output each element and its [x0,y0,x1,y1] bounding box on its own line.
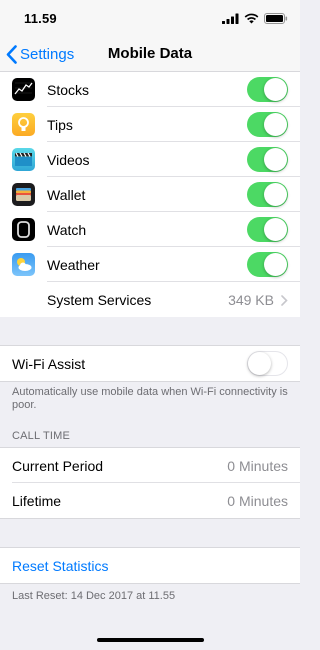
app-label: Weather [47,256,100,273]
page-title: Mobile Data [107,45,193,62]
wifi-assist-toggle[interactable] [247,351,288,376]
signal-icon [222,13,239,24]
app-label: Wallet [47,186,86,203]
status-icons [222,12,288,24]
call-time-header: CALL TIME [12,430,71,442]
last-reset-text: Last Reset: 14 Dec 2017 at 11.55 [12,590,176,602]
app-label: Stocks [47,81,90,98]
app-label: Tips [47,116,73,133]
status-bar: 11.59 [0,0,300,36]
app-label: Watch [47,221,87,238]
wifi-assist-label: Wi-Fi Assist [12,355,86,372]
list-item-weather: Weather [0,247,300,282]
watch-icon [12,218,35,241]
list-item-videos: Videos [0,142,300,177]
list-item-watch: Watch [0,212,300,247]
videos-toggle[interactable] [247,147,288,172]
wallet-icon [12,183,35,206]
lifetime-value: 0 Minutes [227,492,288,509]
weather-toggle[interactable] [247,252,288,277]
stocks-icon [12,78,35,101]
current-period-value: 0 Minutes [227,457,288,474]
system-services-value: 349 KB [228,291,274,308]
wallet-toggle[interactable] [247,182,288,207]
call-time-group: Current Period 0 Minutes Lifetime 0 Minu… [0,447,300,519]
watch-toggle[interactable] [247,217,288,242]
wifi-assist-group: Wi-Fi Assist [0,345,300,382]
reset-statistics-button[interactable]: Reset Statistics [12,558,108,574]
list-item-stocks: Stocks [0,72,300,107]
weather-icon [12,253,35,276]
wifi-icon [244,13,259,23]
tips-toggle[interactable] [247,112,288,137]
status-time: 11.59 [24,11,57,26]
stocks-toggle[interactable] [247,77,288,102]
system-services-row[interactable]: System Services 349 KB [0,282,300,317]
battery-icon [264,12,288,24]
home-indicator[interactable] [97,638,204,642]
apps-list: Stocks Tips Videos Wallet Watch Weather … [0,72,300,317]
app-label: Videos [47,151,90,168]
lifetime-label: Lifetime [12,492,62,509]
list-item-wallet: Wallet [0,177,300,212]
reset-statistics-row[interactable]: Reset Statistics [0,548,300,583]
current-period-row: Current Period 0 Minutes [0,448,300,483]
wifi-assist-row: Wi-Fi Assist [0,346,300,381]
chevron-right-icon [281,295,288,306]
navigation-bar: Settings Mobile Data [0,36,300,72]
videos-icon [12,148,35,171]
lifetime-row: Lifetime 0 Minutes [0,483,300,518]
wifi-assist-footer: Automatically use mobile data when Wi-Fi… [12,386,288,411]
tips-icon [12,113,35,136]
reset-group: Reset Statistics [0,547,300,584]
system-services-label: System Services [47,291,152,308]
current-period-label: Current Period [12,457,104,474]
list-item-tips: Tips [0,107,300,142]
